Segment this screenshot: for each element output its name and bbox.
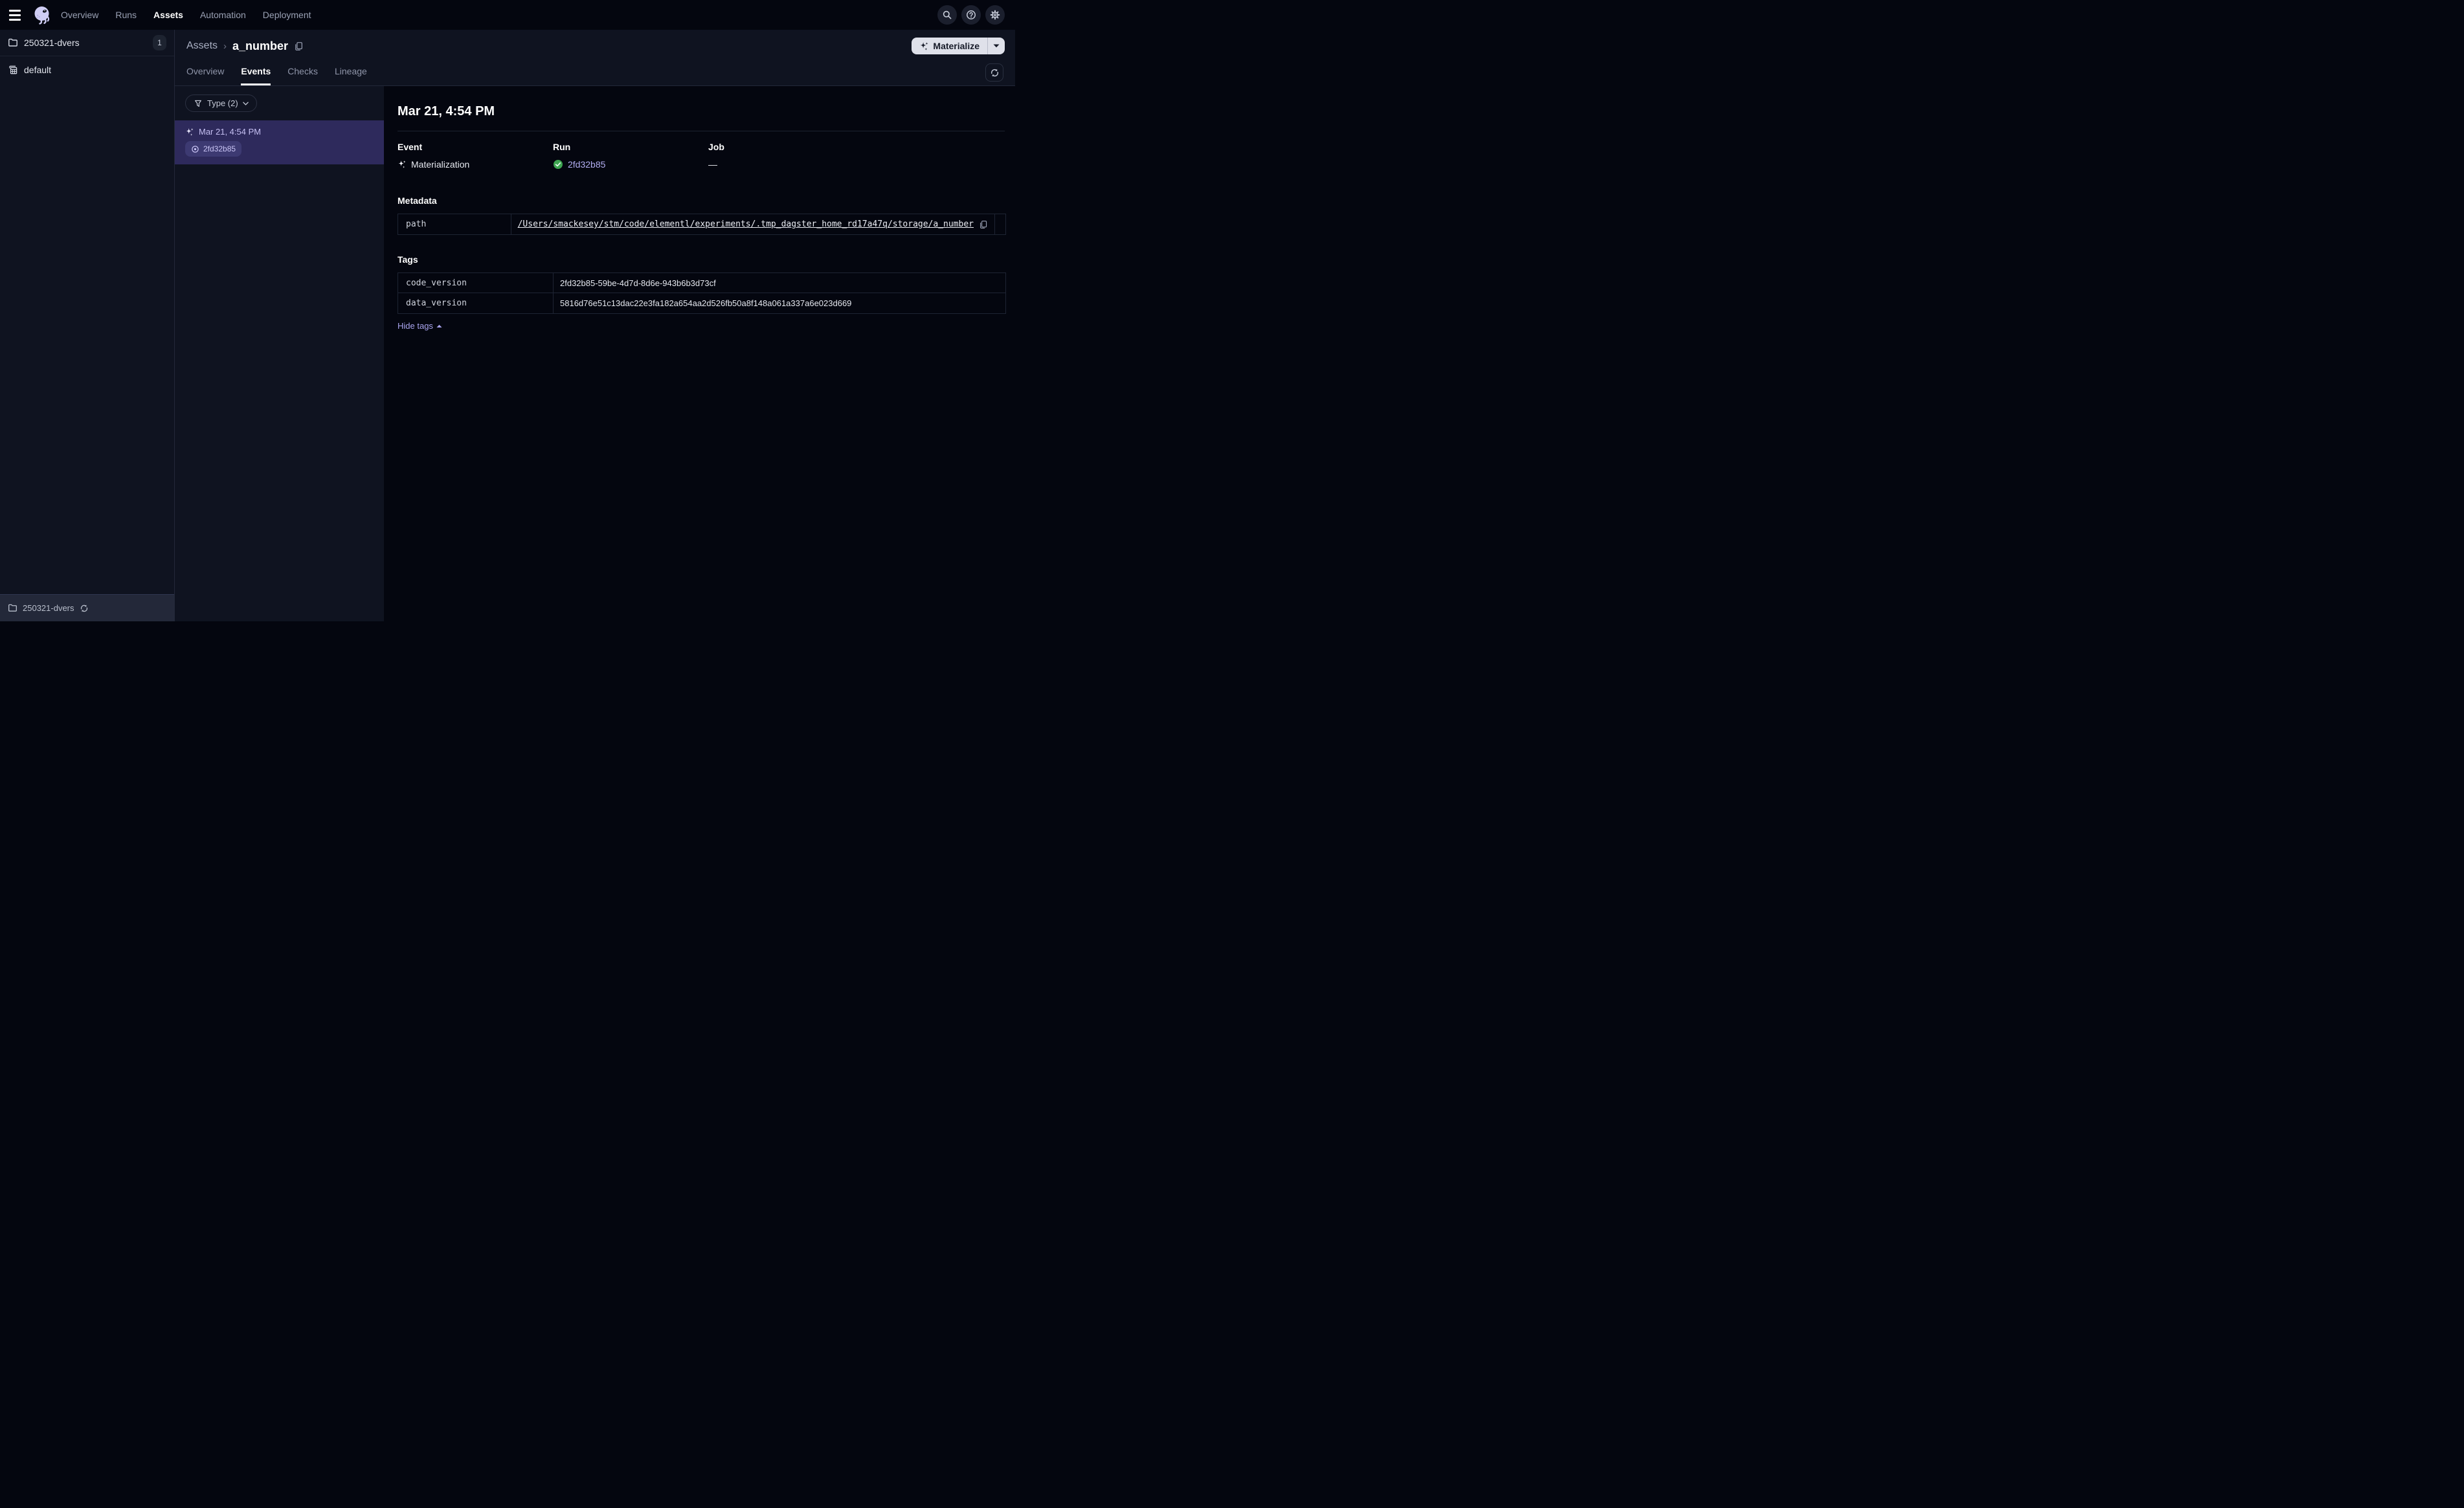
event-type-value: Materialization xyxy=(411,159,470,170)
job-column-label: Job xyxy=(708,142,724,152)
help-icon xyxy=(966,10,976,20)
tab-overview[interactable]: Overview xyxy=(186,62,224,85)
table-row: code_version 2fd32b85-59be-4d7d-8d6e-943… xyxy=(398,273,1005,293)
nav-item-automation[interactable]: Automation xyxy=(200,10,246,20)
sidebar-item-code-location[interactable]: 250321-dvers 1 xyxy=(0,30,174,56)
metadata-key: path xyxy=(398,214,511,234)
events-list-pane: Type (2) Mar 21, 4:54 PM 2fd32b85 xyxy=(175,86,385,621)
nav-item-overview[interactable]: Overview xyxy=(61,10,98,20)
materialize-button-main[interactable]: Materialize xyxy=(912,38,987,54)
event-column-label: Event xyxy=(398,142,423,152)
search-icon xyxy=(942,10,952,20)
asset-tabs: Overview Events Checks Lineage xyxy=(175,62,1015,86)
table-row: path /Users/smackesey/stm/code/elementl/… xyxy=(398,214,1005,234)
code-location-label: 250321-dvers xyxy=(24,38,80,48)
hamburger-menu-icon[interactable] xyxy=(9,6,26,23)
asset-header: Assets › a_number Materialize Overview E… xyxy=(175,30,1015,86)
metadata-heading: Metadata xyxy=(398,195,437,206)
asset-group-icon xyxy=(8,65,18,75)
topnav-actions xyxy=(937,5,1009,25)
copy-path-button[interactable] xyxy=(979,220,988,229)
chevron-up-icon xyxy=(436,324,442,328)
hide-tags-label: Hide tags xyxy=(398,321,433,331)
chevron-down-icon xyxy=(242,102,249,105)
materialize-dropdown-button[interactable] xyxy=(987,38,1005,54)
materialize-label: Materialize xyxy=(933,41,980,51)
breadcrumb-separator-icon: › xyxy=(223,40,227,52)
hide-tags-link[interactable]: Hide tags xyxy=(398,321,442,331)
run-status-icon xyxy=(191,145,199,153)
caret-down-icon xyxy=(993,44,1000,48)
dagster-app: Overview Runs Assets Automation Deployme… xyxy=(0,0,1015,621)
run-id-pill[interactable]: 2fd32b85 xyxy=(185,141,242,157)
tag-key: code_version xyxy=(398,273,554,293)
materialization-sparkle-icon xyxy=(398,160,407,169)
event-timestamp: Mar 21, 4:54 PM xyxy=(199,127,262,137)
metadata-table: path /Users/smackesey/stm/code/elementl/… xyxy=(398,214,1006,235)
tab-checks[interactable]: Checks xyxy=(287,62,318,85)
asset-count-badge: 1 xyxy=(153,35,166,50)
tag-value: 5816d76e51c13dac22e3fa182a654aa2d526fb50… xyxy=(560,298,852,308)
run-id-label: 2fd32b85 xyxy=(203,144,236,153)
run-success-icon xyxy=(553,159,563,170)
run-column: Run 2fd32b85 xyxy=(553,142,708,170)
breadcrumb: Assets › a_number Materialize xyxy=(175,30,1015,62)
job-value: — xyxy=(708,159,717,170)
run-id-link[interactable]: 2fd32b85 xyxy=(568,159,605,170)
materialize-button[interactable]: Materialize xyxy=(912,38,1005,54)
refresh-events-button[interactable] xyxy=(985,63,1003,82)
tabs-divider xyxy=(175,85,1015,86)
tab-lineage[interactable]: Lineage xyxy=(335,62,367,85)
event-type-filter-button[interactable]: Type (2) xyxy=(185,94,257,112)
filter-icon xyxy=(194,99,203,108)
filter-label: Type (2) xyxy=(207,98,238,108)
nav-item-assets[interactable]: Assets xyxy=(153,10,183,20)
metadata-section: Metadata path /Users/smackesey/stm/code/… xyxy=(398,195,1006,235)
event-detail-title: Mar 21, 4:54 PM xyxy=(398,104,495,118)
event-detail-pane: Mar 21, 4:54 PM Event Materialization Ru… xyxy=(385,86,1015,621)
breadcrumb-assets-link[interactable]: Assets xyxy=(186,40,218,52)
group-label: default xyxy=(24,65,52,75)
search-button[interactable] xyxy=(937,5,957,25)
nav-item-deployment[interactable]: Deployment xyxy=(263,10,311,20)
tags-section: Tags code_version 2fd32b85-59be-4d7d-8d6… xyxy=(398,254,1006,331)
run-column-label: Run xyxy=(553,142,571,152)
settings-button[interactable] xyxy=(985,5,1005,25)
metadata-path-link[interactable]: /Users/smackesey/stm/code/elementl/exper… xyxy=(518,219,974,229)
folder-icon xyxy=(8,603,17,613)
event-column: Event Materialization xyxy=(398,142,553,170)
event-list-item[interactable]: Mar 21, 4:54 PM 2fd32b85 xyxy=(175,120,384,164)
nav-item-runs[interactable]: Runs xyxy=(115,10,137,20)
asset-name: a_number xyxy=(232,39,289,52)
tag-key: data_version xyxy=(398,293,554,313)
folder-icon xyxy=(8,38,18,48)
tags-table: code_version 2fd32b85-59be-4d7d-8d6e-943… xyxy=(398,272,1006,314)
sidebar-footer[interactable]: 250321-dvers xyxy=(0,594,174,621)
metadata-actions-cell xyxy=(994,214,1005,234)
top-nav: Overview Runs Assets Automation Deployme… xyxy=(0,0,1015,30)
tags-heading: Tags xyxy=(398,254,418,265)
help-button[interactable] xyxy=(961,5,981,25)
asset-catalog-sidebar: 250321-dvers 1 default 250321-dvers xyxy=(0,30,175,621)
tab-events[interactable]: Events xyxy=(241,62,271,85)
sidebar-item-group-default[interactable]: default xyxy=(0,56,174,83)
tag-value: 2fd32b85-59be-4d7d-8d6e-943b6b3d73cf xyxy=(560,278,716,288)
materialization-sparkle-icon xyxy=(185,128,194,137)
job-column: Job — xyxy=(708,142,864,170)
reload-location-icon[interactable] xyxy=(80,604,89,613)
primary-nav: Overview Runs Assets Automation Deployme… xyxy=(61,10,311,20)
dagster-logo-icon[interactable] xyxy=(32,5,52,25)
gear-icon xyxy=(990,10,1000,20)
footer-code-location-label: 250321-dvers xyxy=(23,603,74,613)
table-row: data_version 5816d76e51c13dac22e3fa182a6… xyxy=(398,293,1005,313)
copy-asset-name-button[interactable] xyxy=(294,41,304,51)
materialize-sparkle-icon xyxy=(919,41,929,51)
